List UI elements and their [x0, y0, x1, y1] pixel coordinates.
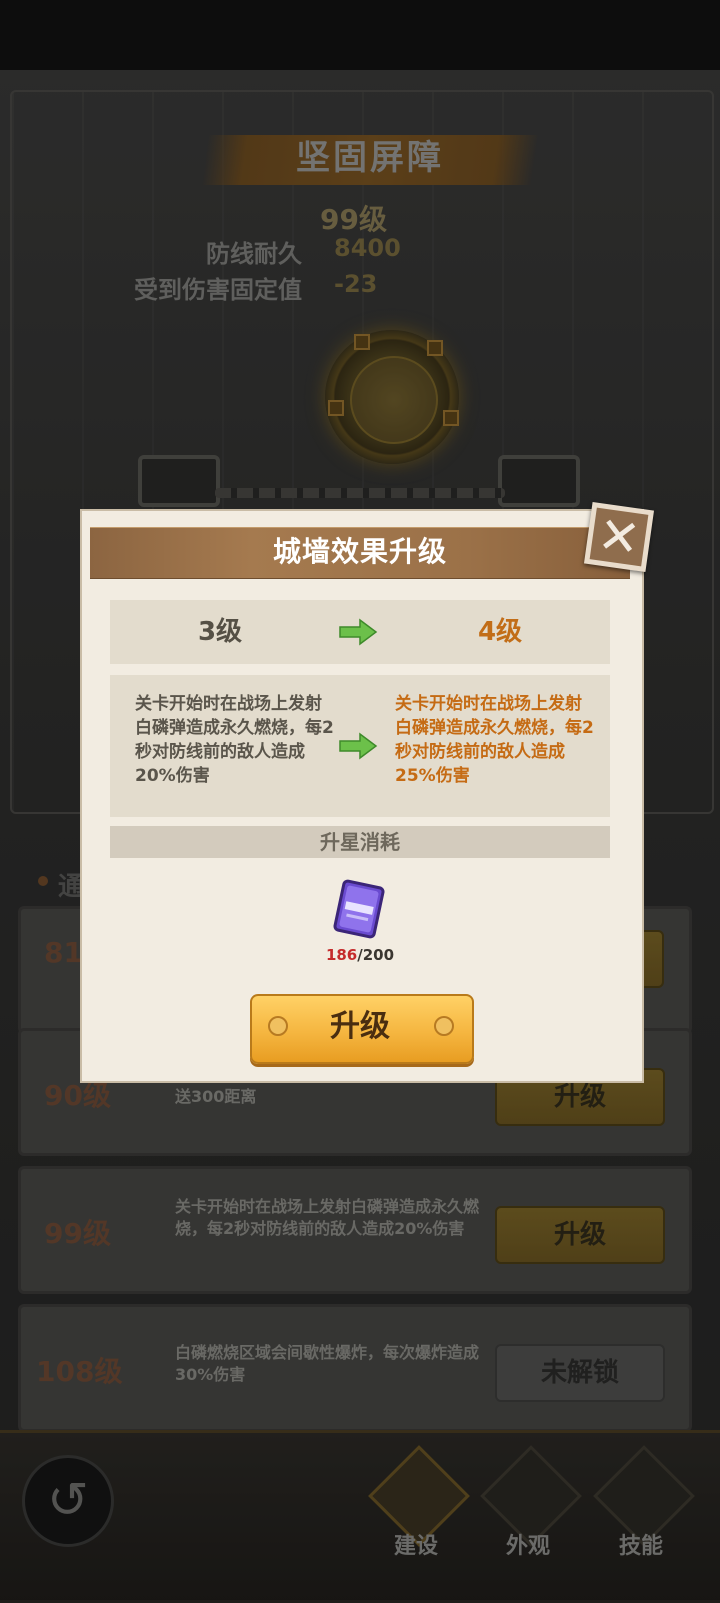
- arrow-right-icon: [339, 618, 378, 646]
- next-effect-desc: 关卡开始时在战场上发射白磷弹造成永久燃烧，每2秒对防线前的敌人造成25%伤害: [395, 694, 594, 786]
- close-button[interactable]: ✕: [583, 501, 655, 573]
- current-effect-desc: 关卡开始时在战场上发射白磷弹造成永久燃烧，每2秒对防线前的敌人造成20%伤害: [135, 694, 334, 786]
- next-level: 4级: [477, 617, 523, 647]
- item-count: 186/200: [300, 946, 420, 964]
- item-need: /200: [357, 946, 395, 964]
- cost-title: 升星消耗: [110, 826, 610, 858]
- upgrade-button-label[interactable]: 升级: [250, 994, 470, 1060]
- current-level: 3级: [197, 617, 243, 647]
- dialog-title: 城墙效果升级: [272, 535, 447, 568]
- purple-scroll-icon[interactable]: [330, 878, 388, 940]
- arrow-right-icon: [339, 732, 378, 760]
- item-have: 186: [325, 946, 358, 964]
- close-icon: ✕: [589, 505, 649, 569]
